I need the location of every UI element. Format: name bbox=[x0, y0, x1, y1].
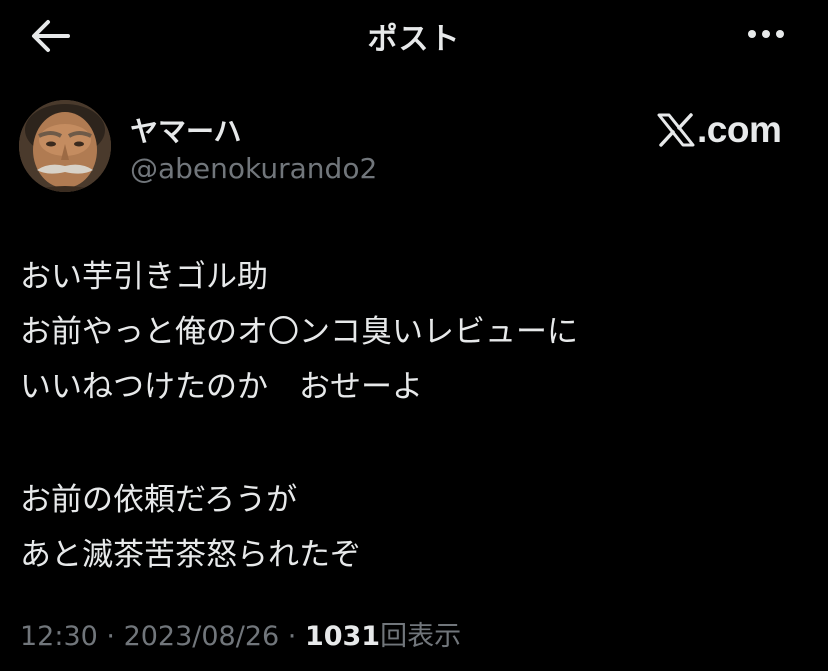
avatar[interactable] bbox=[19, 100, 111, 192]
meta-separator-1: · bbox=[97, 621, 124, 652]
author-display-name[interactable]: ヤマーハ bbox=[130, 110, 241, 150]
xcom-domain-text: .com bbox=[697, 109, 782, 150]
tweet-meta: 12:30 · 2023/08/26 · 1031回表示 bbox=[20, 614, 461, 653]
views-count[interactable]: 1031 bbox=[305, 621, 380, 652]
tweet-line-6: あと滅茶苦茶怒られたぞ bbox=[20, 537, 361, 573]
more-button[interactable] bbox=[744, 22, 788, 46]
post-date[interactable]: 2023/08/26 bbox=[124, 621, 280, 652]
more-horizontal-icon bbox=[748, 30, 784, 38]
tweet-line-3: いいねつけたのか おせーよ bbox=[20, 369, 423, 405]
top-bar: ポスト bbox=[0, 0, 828, 72]
tweet-line-5: お前の依頼だろうが bbox=[20, 482, 298, 518]
tweet-line-1: おい芋引きゴル助 bbox=[20, 259, 268, 295]
page-title: ポスト bbox=[367, 22, 461, 57]
post-time[interactable]: 12:30 bbox=[20, 621, 98, 652]
xcom-watermark: .com bbox=[657, 108, 782, 152]
author-handle[interactable]: @abenokurando2 bbox=[130, 152, 377, 185]
avatar-portrait-image bbox=[19, 100, 111, 192]
x-logo-icon bbox=[657, 113, 695, 147]
tweet-text: おい芋引きゴル助 お前やっと俺のオ〇ンコ臭いレビューに いいねつけたのか おせー… bbox=[20, 250, 810, 583]
meta-separator-2: · bbox=[279, 621, 305, 652]
views-label[interactable]: 回表示 bbox=[380, 621, 461, 652]
tweet-line-2: お前やっと俺のオ〇ンコ臭いレビューに bbox=[20, 314, 578, 350]
